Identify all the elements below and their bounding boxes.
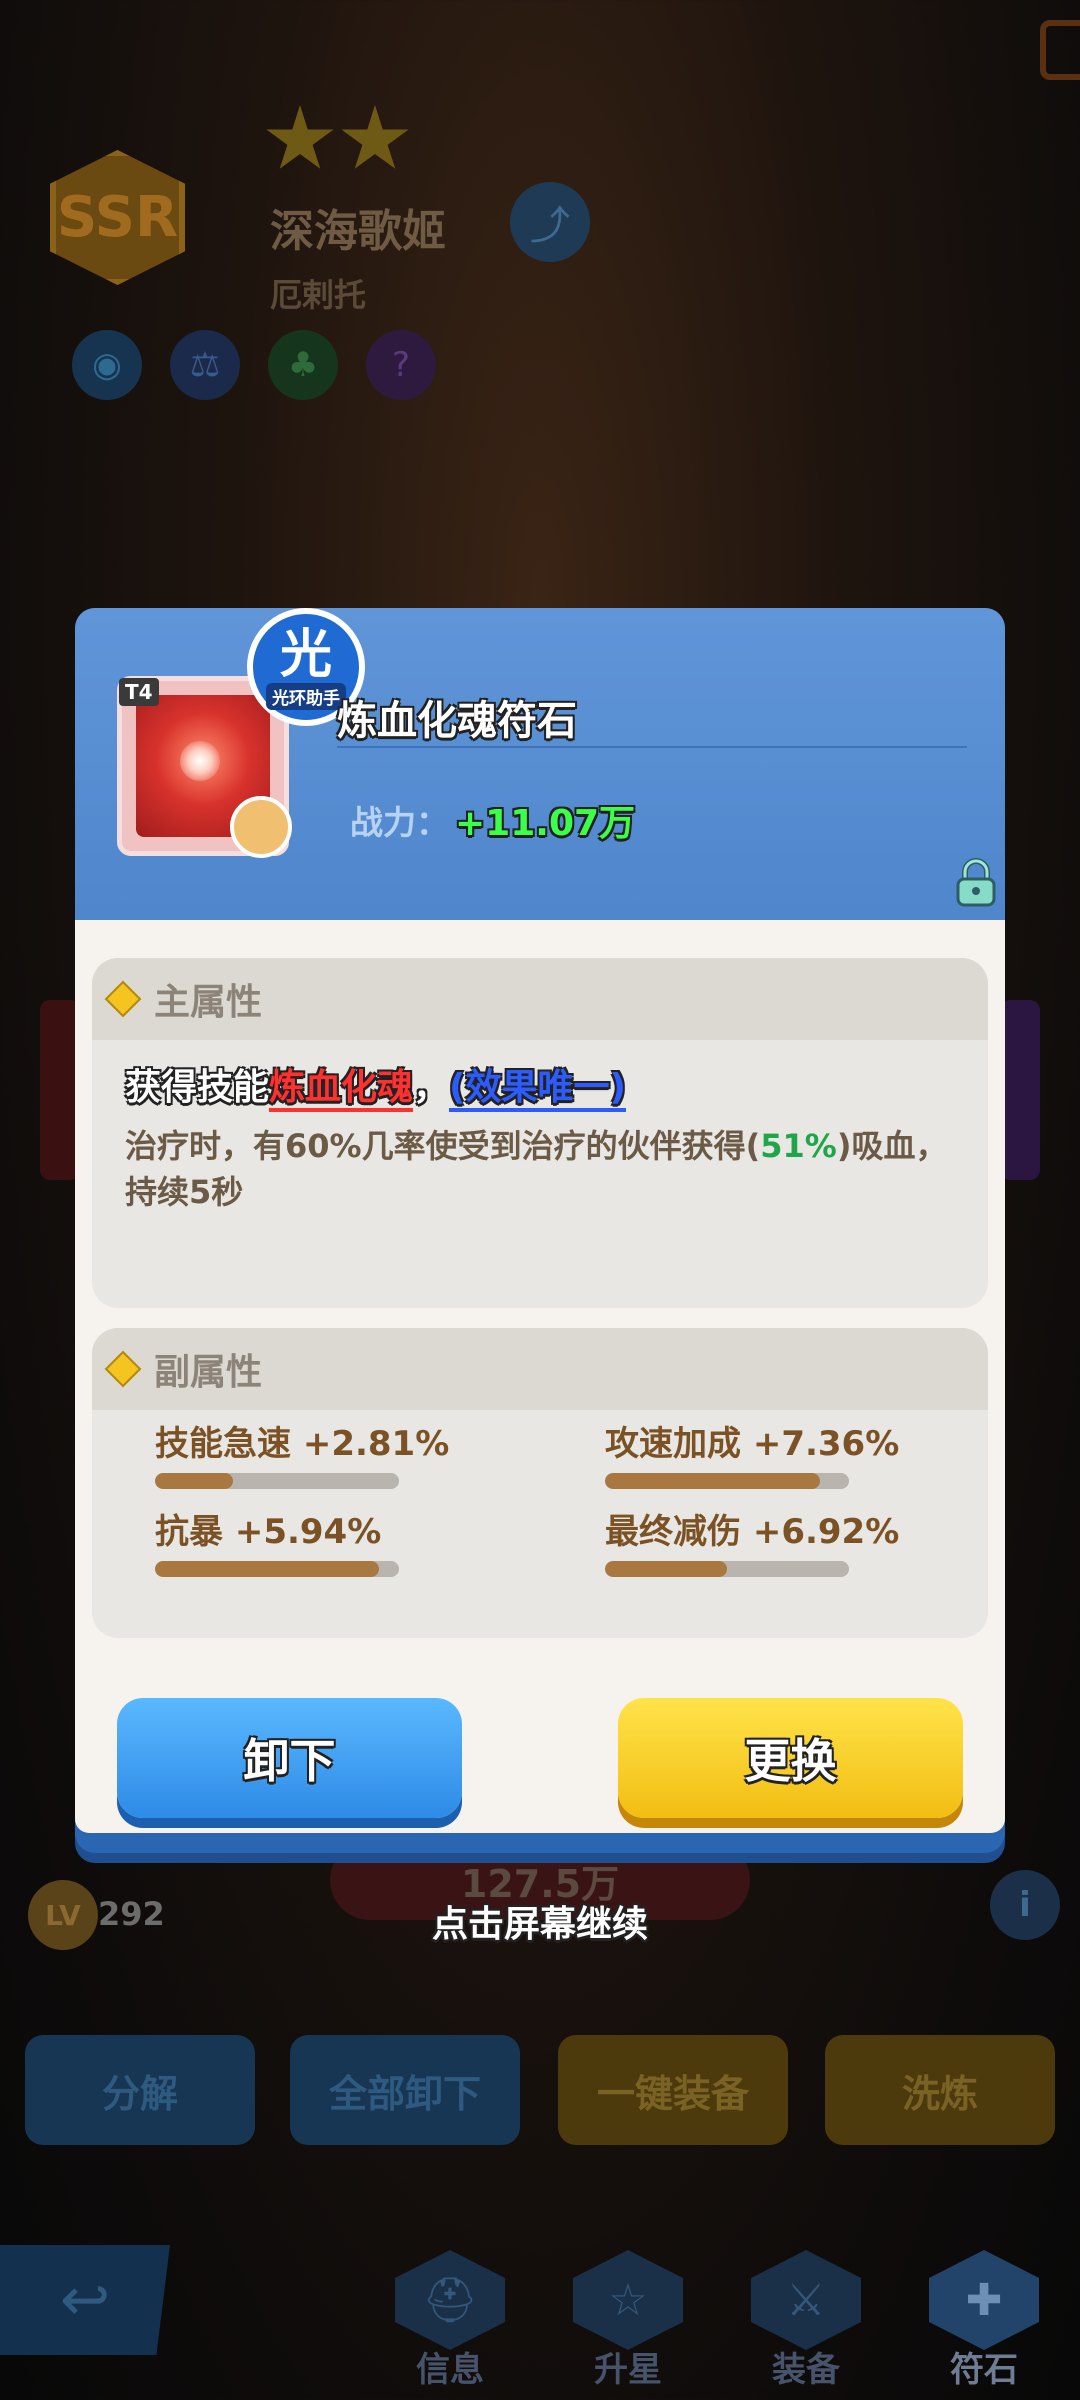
sub-stat-label: 最终减伤 +6.92% — [605, 1512, 900, 1552]
decompose-button[interactable]: 分解 — [25, 2035, 255, 2145]
replace-button[interactable]: 更换 — [618, 1698, 963, 1818]
header-divider — [337, 746, 967, 748]
sub-stat-fill — [155, 1473, 234, 1489]
auto-equip-button[interactable]: 一键装备 — [558, 2035, 788, 2145]
diamond-icon — [104, 980, 142, 1018]
sub-stat-label: 攻速加成 +7.36% — [605, 1424, 900, 1464]
left-rune-slot[interactable] — [40, 1000, 80, 1180]
sub-stat-fill — [605, 1473, 820, 1489]
rune-core — [180, 741, 220, 781]
sub-stat-bar — [605, 1561, 849, 1577]
sub-stat-fill — [155, 1561, 380, 1577]
rune-card-icon: ✚ — [929, 2250, 1039, 2350]
section-title: 主属性 — [154, 982, 263, 1023]
nav-info[interactable]: ⛑ 信息 — [380, 2250, 520, 2400]
sub-stat: 最终减伤 +6.92% — [605, 1504, 899, 1577]
desc-text: 治疗时，有60%几率使受到治疗的伙伴获得( — [125, 1127, 761, 1165]
balance-trait-icon[interactable]: ⚖ — [170, 330, 240, 400]
sub-stat-bar — [155, 1561, 399, 1577]
right-rune-slot[interactable] — [1000, 1000, 1040, 1180]
section-header: 主属性 — [92, 958, 988, 1040]
hero-name: 深海歌姬 — [270, 206, 446, 257]
sub-stat-fill — [605, 1561, 727, 1577]
lock-icon[interactable] — [950, 856, 1002, 908]
sword-icon: ⚔ — [751, 2250, 861, 2350]
diamond-icon — [104, 1350, 142, 1388]
sub-stat-label: 抗暴 +5.94% — [155, 1512, 382, 1552]
sub-stat: 技能急速 +2.81% — [155, 1416, 449, 1489]
water-trait-icon[interactable]: ◉ — [72, 330, 142, 400]
rune-name: 炼血化魂符石 — [337, 698, 577, 744]
section-header: 副属性 — [92, 1328, 988, 1410]
hero-avatar — [230, 796, 292, 858]
star-icon: ☆ — [573, 2250, 683, 2350]
tree-trait-icon[interactable]: ♣ — [268, 330, 338, 400]
skill-line: 获得技能炼血化魂，(效果唯一) — [125, 1058, 626, 1112]
corner-menu-icon[interactable] — [1040, 20, 1080, 80]
desc-highlight: 51% — [760, 1127, 837, 1165]
nav-equipment[interactable]: ⚔ 装备 — [736, 2250, 876, 2400]
skill-comma: ， — [413, 1067, 450, 1108]
refine-button[interactable]: 洗炼 — [825, 2035, 1055, 2145]
tier-badge: T4 — [119, 678, 159, 706]
skill-name[interactable]: 炼血化魂 — [269, 1067, 414, 1112]
power-label: 战力： — [350, 803, 449, 842]
star-icon — [266, 105, 334, 169]
sub-stat-bar — [155, 1473, 399, 1489]
share-icon[interactable]: ⤴ — [510, 182, 590, 262]
nav-star-up[interactable]: ☆ 升星 — [558, 2250, 698, 2400]
tap-to-continue-hint[interactable]: 点击屏幕继续 — [0, 1895, 1080, 1947]
power-value: +11.07万 — [455, 803, 636, 844]
back-arrow-icon[interactable]: ↩ — [0, 2245, 170, 2355]
hero-subtitle: 厄剌托 — [270, 276, 367, 314]
sub-stat: 抗暴 +5.94% — [155, 1504, 399, 1577]
skill-prefix: 获得技能 — [125, 1067, 270, 1108]
unequip-button[interactable]: 卸下 — [117, 1698, 462, 1818]
rarity-badge: SSR — [50, 150, 185, 285]
aura-label: 光环助手 — [266, 682, 346, 710]
nav-rune[interactable]: ✚ 符石 — [914, 2250, 1054, 2400]
skill-description: 治疗时，有60%几率使受到治疗的伙伴获得(51%)吸血，持续5秒 — [125, 1123, 965, 1215]
sub-stat-bar — [605, 1473, 849, 1489]
sub-stat: 攻速加成 +7.36% — [605, 1416, 899, 1489]
mystery-trait-icon[interactable]: ? — [366, 330, 436, 400]
sub-stat-label: 技能急速 +2.81% — [155, 1424, 450, 1464]
unequip-all-button[interactable]: 全部卸下 — [290, 2035, 520, 2145]
aura-char: 光 — [279, 624, 332, 685]
star-icon — [341, 105, 409, 169]
helmet-icon: ⛑ — [395, 2250, 505, 2350]
unique-effect-tag[interactable]: (效果唯一) — [449, 1067, 626, 1112]
rune-detail-modal: T4 光 光环助手 炼血化魂符石 战力： +11.07万 主属性 获得技能炼血化… — [75, 608, 1005, 1853]
section-title: 副属性 — [154, 1352, 263, 1393]
